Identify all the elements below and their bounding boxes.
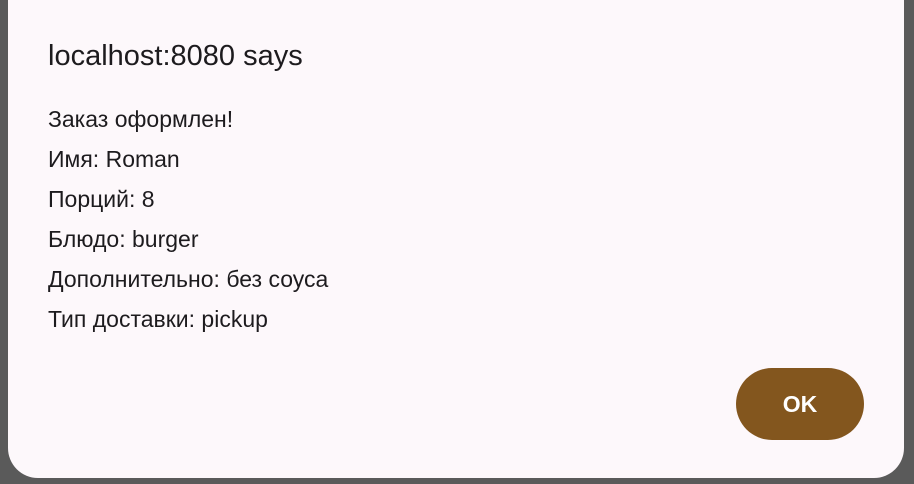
message-line: Порций: 8 xyxy=(48,186,155,212)
message-line: Дополнительно: без соуса xyxy=(48,266,329,292)
ok-button[interactable]: OK xyxy=(736,368,864,440)
message-line: Имя: Roman xyxy=(48,146,180,172)
dialog-message: Заказ оформлен! Имя: Roman Порций: 8 Блю… xyxy=(48,99,328,339)
message-line: Блюдо: burger xyxy=(48,226,199,252)
message-line: Заказ оформлен! xyxy=(48,106,234,132)
message-line: Тип доставки: pickup xyxy=(48,306,268,332)
dialog-title: localhost:8080 says xyxy=(48,40,303,72)
alert-dialog: localhost:8080 says Заказ оформлен! Имя:… xyxy=(8,0,904,478)
